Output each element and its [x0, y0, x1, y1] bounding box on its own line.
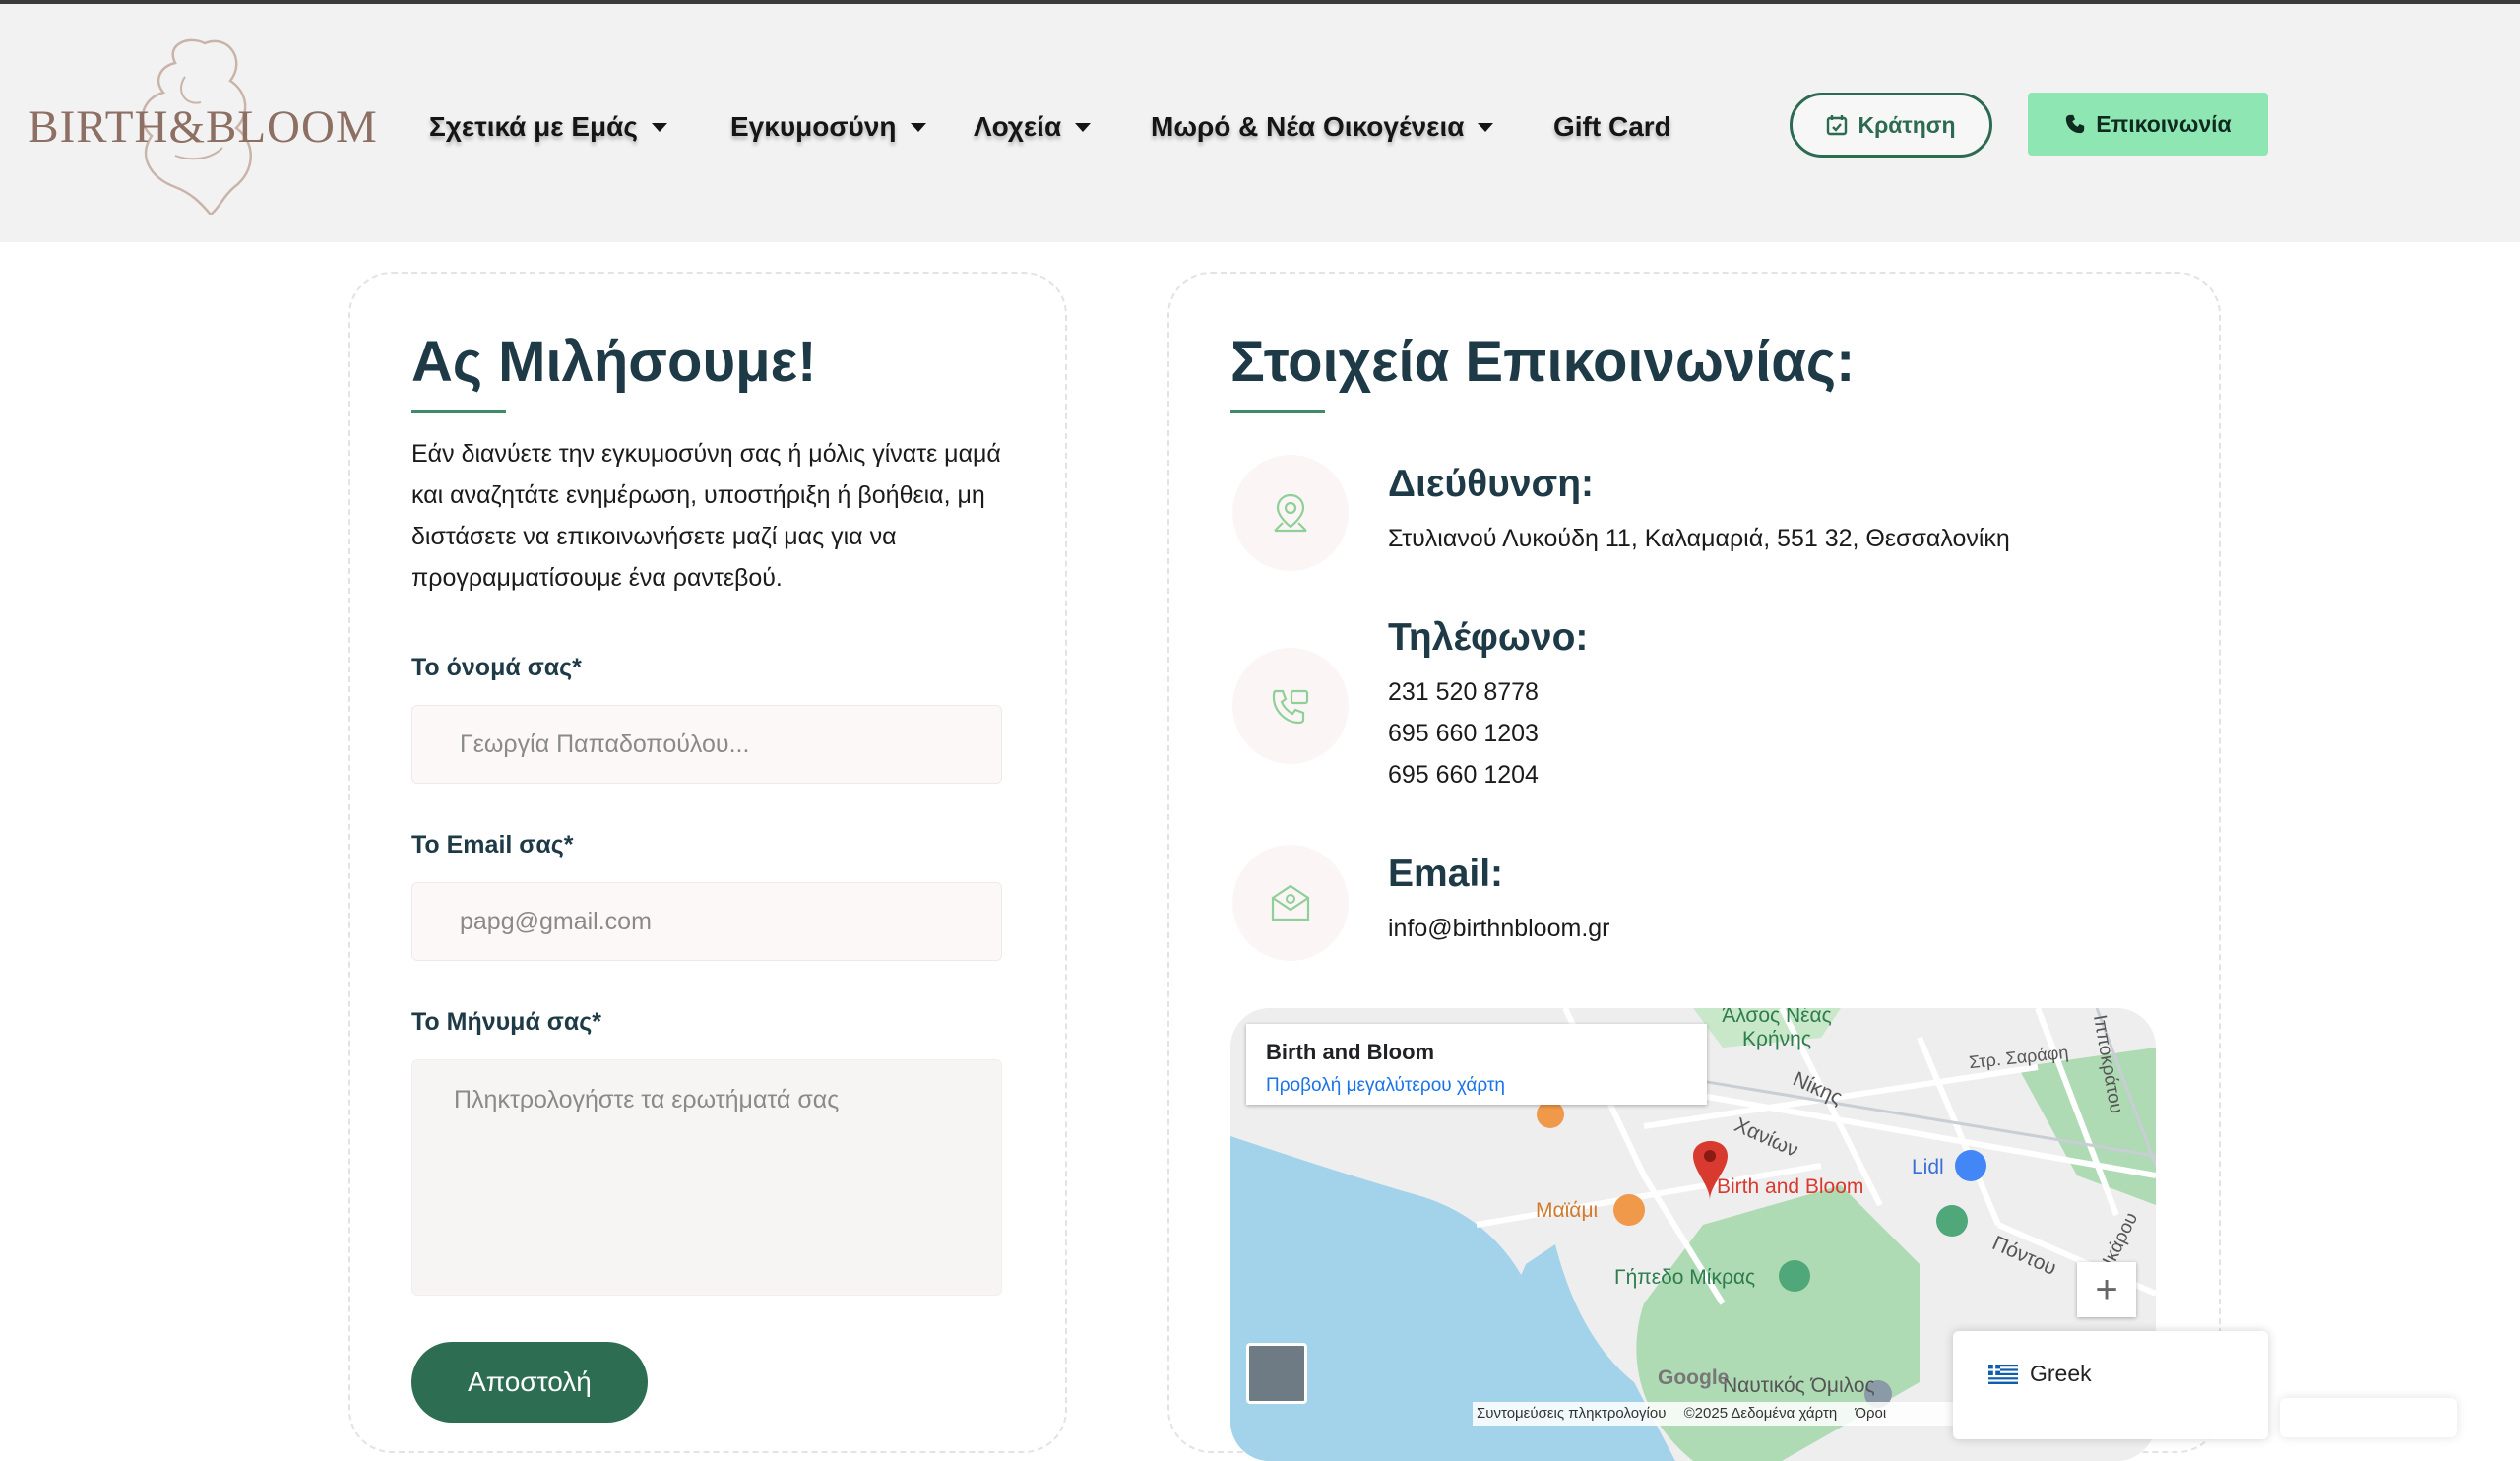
book-button-label: Κράτηση [1858, 111, 1956, 138]
form-title: Ας Μιλήσουμε! [411, 330, 817, 394]
phone-number[interactable]: 231 520 8778 [1388, 671, 1539, 713]
phone-icon [2066, 114, 2085, 134]
map-label: Ναυτικός Όμιλος [1723, 1374, 1875, 1397]
map-label: Άλσος Νέας Κρήνης [1722, 1008, 1832, 1050]
title-underline [411, 410, 506, 413]
map-label: Γήπεδο Μίκρας [1614, 1266, 1756, 1289]
nav-item-about[interactable]: Σχετικά με Εμάς [429, 102, 667, 152]
name-input[interactable] [411, 705, 1002, 784]
map-place-name: Birth and Bloom [1266, 1040, 1435, 1064]
nav-label: Εγκυμοσύνη [730, 111, 897, 142]
phone-icon-circle [1232, 648, 1349, 764]
zoom-in-button[interactable]: + [2077, 1262, 2136, 1317]
caret-down-icon [1478, 122, 1494, 132]
google-logo: Google [1658, 1366, 1730, 1389]
terms-link[interactable]: Όροι [1855, 1405, 1886, 1422]
address-title: Διεύθυνση: [1388, 463, 1595, 505]
message-label: Το Μήνυμά σας* [411, 1008, 601, 1036]
submit-button[interactable]: Αποστολή [411, 1342, 648, 1423]
contact-button-label: Επικοινωνία [2096, 110, 2232, 137]
message-textarea[interactable] [411, 1059, 1002, 1296]
map-label: Lidl [1912, 1156, 1944, 1178]
language-label: Greek [2030, 1361, 2092, 1386]
nav-item-postpartum[interactable]: Λοχεία [974, 102, 1092, 152]
map-label: Μαϊάμι [1536, 1199, 1599, 1222]
nav-label: Σχετικά με Εμάς [429, 111, 638, 142]
greek-flag-icon [1988, 1364, 2018, 1384]
nav-label: Λοχεία [974, 111, 1062, 142]
side-tab [2280, 1398, 2457, 1437]
logo[interactable]: BIRTH&BLOOM [28, 33, 378, 215]
nav-label: Μωρό & Νέα Οικογένεια [1151, 111, 1465, 142]
calendar-check-icon [1827, 115, 1848, 136]
phone-call-icon [1272, 689, 1309, 725]
title-underline [1230, 410, 1325, 413]
caret-down-icon [1075, 122, 1092, 132]
name-label: Το όνομά σας* [411, 654, 582, 681]
email-input[interactable] [411, 882, 1002, 961]
map-satellite-toggle[interactable] [1246, 1343, 1307, 1404]
nav-label: Gift Card [1553, 111, 1671, 142]
envelope-icon [1271, 884, 1310, 921]
nav-item-pregnancy[interactable]: Εγκυμοσύνη [730, 102, 926, 152]
address-icon-circle [1232, 455, 1349, 571]
larger-map-link[interactable]: Προβολή μεγαλύτερου χάρτη [1266, 1075, 1505, 1097]
contact-button[interactable]: Επικοινωνία [2028, 93, 2268, 156]
map-pin-icon [1274, 493, 1307, 533]
map-place-card: Birth and Bloom Προβολή μεγαλύτερου χάρτ… [1246, 1024, 1707, 1105]
nav-item-baby-family[interactable]: Μωρό & Νέα Οικογένεια [1151, 102, 1494, 152]
book-button[interactable]: Κράτηση [1790, 93, 1992, 158]
contact-title: Στοιχεία Επικοινωνίας: [1230, 330, 1856, 394]
site-header: BIRTH&BLOOM Σχετικά με Εμάς Εγκυμοσύνη Λ… [0, 4, 2520, 242]
email-title: Email: [1388, 853, 1504, 895]
nav-item-gift-card[interactable]: Gift Card [1553, 102, 1671, 152]
logo-text: BIRTH&BLOOM [28, 101, 378, 153]
phone-title: Τηλέφωνο: [1388, 616, 1589, 659]
keyboard-shortcuts-link[interactable]: Συντομεύσεις πληκτρολογίου [1477, 1405, 1666, 1422]
form-intro: Εάν διανύετε την εγκυμοσύνη σας ή μόλις … [411, 440, 1001, 592]
email-icon-circle [1232, 845, 1349, 961]
language-switcher[interactable]: Greek [1953, 1331, 2268, 1439]
map-label: Birth and Bloom [1717, 1175, 1864, 1198]
caret-down-icon [910, 122, 926, 132]
phone-number[interactable]: 695 660 1204 [1388, 754, 1539, 795]
address-text: Στυλιανού Λυκούδη 11, Καλαμαριά, 551 32,… [1388, 525, 2010, 552]
caret-down-icon [651, 122, 667, 132]
email-link[interactable]: info@birthnbloom.gr [1388, 908, 1610, 949]
email-label: Το Email σας* [411, 831, 574, 858]
phone-number[interactable]: 695 660 1203 [1388, 713, 1539, 754]
map-data-credit: ©2025 Δεδομένα χάρτη [1683, 1405, 1838, 1422]
